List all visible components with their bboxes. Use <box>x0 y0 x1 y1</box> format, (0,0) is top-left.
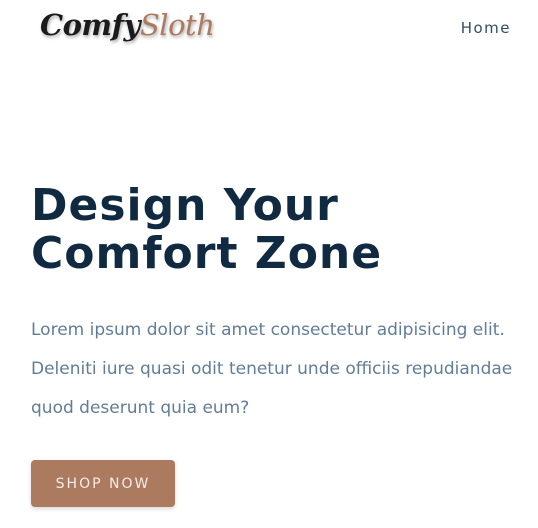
hero-title-line: Design Your <box>31 180 339 231</box>
logo-part-comfy: Comfy <box>40 8 140 42</box>
logo-part-sloth: Sloth <box>139 8 215 42</box>
hero-description: Lorem ipsum dolor sit amet consectetur a… <box>31 311 538 428</box>
hero-description-line: Deleniti iure quasi odit tenetur unde of… <box>31 359 513 379</box>
hero-title: Design Your Comfort Zone <box>31 182 382 278</box>
logo[interactable]: ComfySloth <box>40 6 215 44</box>
hero-description-line: Lorem ipsum dolor sit amet consectetur a… <box>31 320 505 340</box>
hero-title-line: Comfort Zone <box>31 228 383 279</box>
nav-link-home[interactable]: Home <box>461 19 511 37</box>
shop-now-button[interactable]: SHOP NOW <box>31 460 175 507</box>
hero-description-line: quod deserunt quia eum? <box>31 398 250 418</box>
page: ComfySloth Home Design Your Comfort Zone… <box>0 0 538 528</box>
